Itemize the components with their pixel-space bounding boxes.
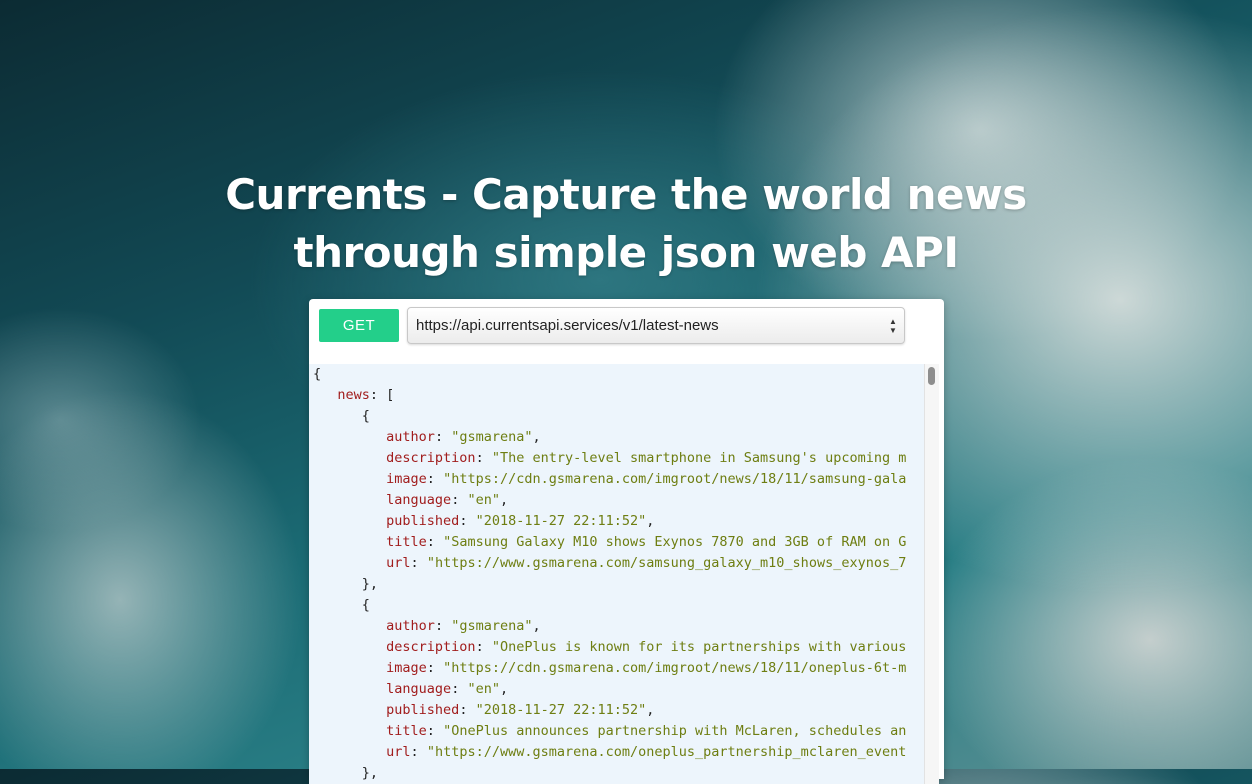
json-key: news — [337, 387, 370, 403]
get-method-button[interactable]: GET — [319, 309, 399, 342]
endpoint-select-value: https://api.currentsapi.services/v1/late… — [416, 317, 719, 334]
json-line: }, — [313, 763, 924, 784]
json-line: { — [313, 364, 924, 385]
json-string-value: "https://cdn.gsmarena.com/imgroot/news/1… — [443, 471, 907, 487]
json-line: description: "The entry-level smartphone… — [313, 448, 924, 469]
json-punctuation: , — [499, 681, 509, 697]
json-line: url: "https://www.gsmarena.com/oneplus_p… — [313, 742, 924, 763]
json-punctuation: : — [434, 618, 452, 634]
json-punctuation: , — [499, 492, 509, 508]
json-punctuation: : — [475, 639, 492, 655]
json-line: news: [ — [313, 385, 924, 406]
json-punctuation: : — [426, 534, 444, 550]
json-string-value: "OnePlus announces partnership with McLa… — [443, 723, 907, 739]
response-scrollbar[interactable] — [924, 364, 939, 784]
json-punctuation: : — [434, 429, 452, 445]
json-line: title: "OnePlus announces partnership wi… — [313, 721, 924, 742]
json-key: description — [386, 450, 476, 466]
json-string-value: "OnePlus is known for its partnerships w… — [491, 639, 907, 655]
json-punctuation: { — [361, 408, 370, 424]
json-line: description: "OnePlus is known for its p… — [313, 637, 924, 658]
json-line: author: "gsmarena", — [313, 427, 924, 448]
json-string-value: "https://www.gsmarena.com/samsung_galaxy… — [426, 555, 907, 571]
json-punctuation: }, — [361, 576, 379, 592]
scrollbar-thumb[interactable] — [928, 367, 935, 385]
json-punctuation: : — [451, 681, 468, 697]
json-string-value: "https://www.gsmarena.com/oneplus_partne… — [426, 744, 907, 760]
json-key: published — [386, 702, 460, 718]
json-response-code: { news: [ { author: "gsmarena", descript… — [309, 364, 924, 784]
json-key: url — [386, 744, 411, 760]
json-punctuation: : — [410, 555, 427, 571]
json-key: author — [386, 429, 435, 445]
json-punctuation: : — [426, 471, 444, 487]
json-string-value: "The entry-level smartphone in Samsung's… — [491, 450, 907, 466]
json-key: description — [386, 639, 476, 655]
json-key: image — [386, 660, 427, 676]
json-string-value: "en" — [467, 492, 500, 508]
up-down-chevron-icon: ▲ ▼ — [889, 317, 897, 335]
json-punctuation: : — [459, 513, 476, 529]
json-line: { — [313, 406, 924, 427]
page-title-line-2: through simple json web API — [293, 228, 959, 278]
json-key: author — [386, 618, 435, 634]
api-demo-panel: GET https://api.currentsapi.services/v1/… — [309, 299, 944, 784]
json-line: { — [313, 595, 924, 616]
json-line: language: "en", — [313, 490, 924, 511]
page-title: Currents - Capture the world news throug… — [0, 166, 1252, 282]
json-line: published: "2018-11-27 22:11:52", — [313, 511, 924, 532]
json-key: language — [386, 681, 452, 697]
json-string-value: "2018-11-27 22:11:52" — [475, 513, 647, 529]
json-line: published: "2018-11-27 22:11:52", — [313, 700, 924, 721]
json-punctuation: }, — [361, 765, 379, 781]
json-string-value: "2018-11-27 22:11:52" — [475, 702, 647, 718]
json-key: published — [386, 513, 460, 529]
json-line: title: "Samsung Galaxy M10 shows Exynos … — [313, 532, 924, 553]
json-punctuation: , — [646, 702, 655, 718]
json-line: language: "en", — [313, 679, 924, 700]
json-punctuation: : [ — [369, 387, 395, 403]
json-punctuation: , — [532, 429, 541, 445]
json-line: image: "https://cdn.gsmarena.com/imgroot… — [313, 658, 924, 679]
json-punctuation: , — [646, 513, 655, 529]
json-punctuation: : — [426, 723, 444, 739]
json-punctuation: : — [410, 744, 427, 760]
endpoint-select[interactable]: https://api.currentsapi.services/v1/late… — [407, 307, 905, 344]
json-line: }, — [313, 574, 924, 595]
json-string-value: "gsmarena" — [451, 429, 533, 445]
json-line: url: "https://www.gsmarena.com/samsung_g… — [313, 553, 924, 574]
json-string-value: "en" — [467, 681, 500, 697]
json-string-value: "https://cdn.gsmarena.com/imgroot/news/1… — [443, 660, 907, 676]
json-punctuation: , — [532, 618, 541, 634]
json-key: title — [386, 534, 427, 550]
json-key: url — [386, 555, 411, 571]
json-string-value: "gsmarena" — [451, 618, 533, 634]
json-punctuation: : — [451, 492, 468, 508]
json-key: image — [386, 471, 427, 487]
page-title-line-1: Currents - Capture the world news — [225, 170, 1027, 220]
json-response-viewer[interactable]: { news: [ { author: "gsmarena", descript… — [309, 364, 924, 784]
json-punctuation: : — [459, 702, 476, 718]
json-punctuation: : — [426, 660, 444, 676]
json-punctuation: { — [313, 366, 322, 382]
json-punctuation: { — [361, 597, 370, 613]
json-line: image: "https://cdn.gsmarena.com/imgroot… — [313, 469, 924, 490]
json-string-value: "Samsung Galaxy M10 shows Exynos 7870 an… — [443, 534, 907, 550]
json-line: author: "gsmarena", — [313, 616, 924, 637]
json-key: language — [386, 492, 452, 508]
json-key: title — [386, 723, 427, 739]
json-punctuation: : — [475, 450, 492, 466]
